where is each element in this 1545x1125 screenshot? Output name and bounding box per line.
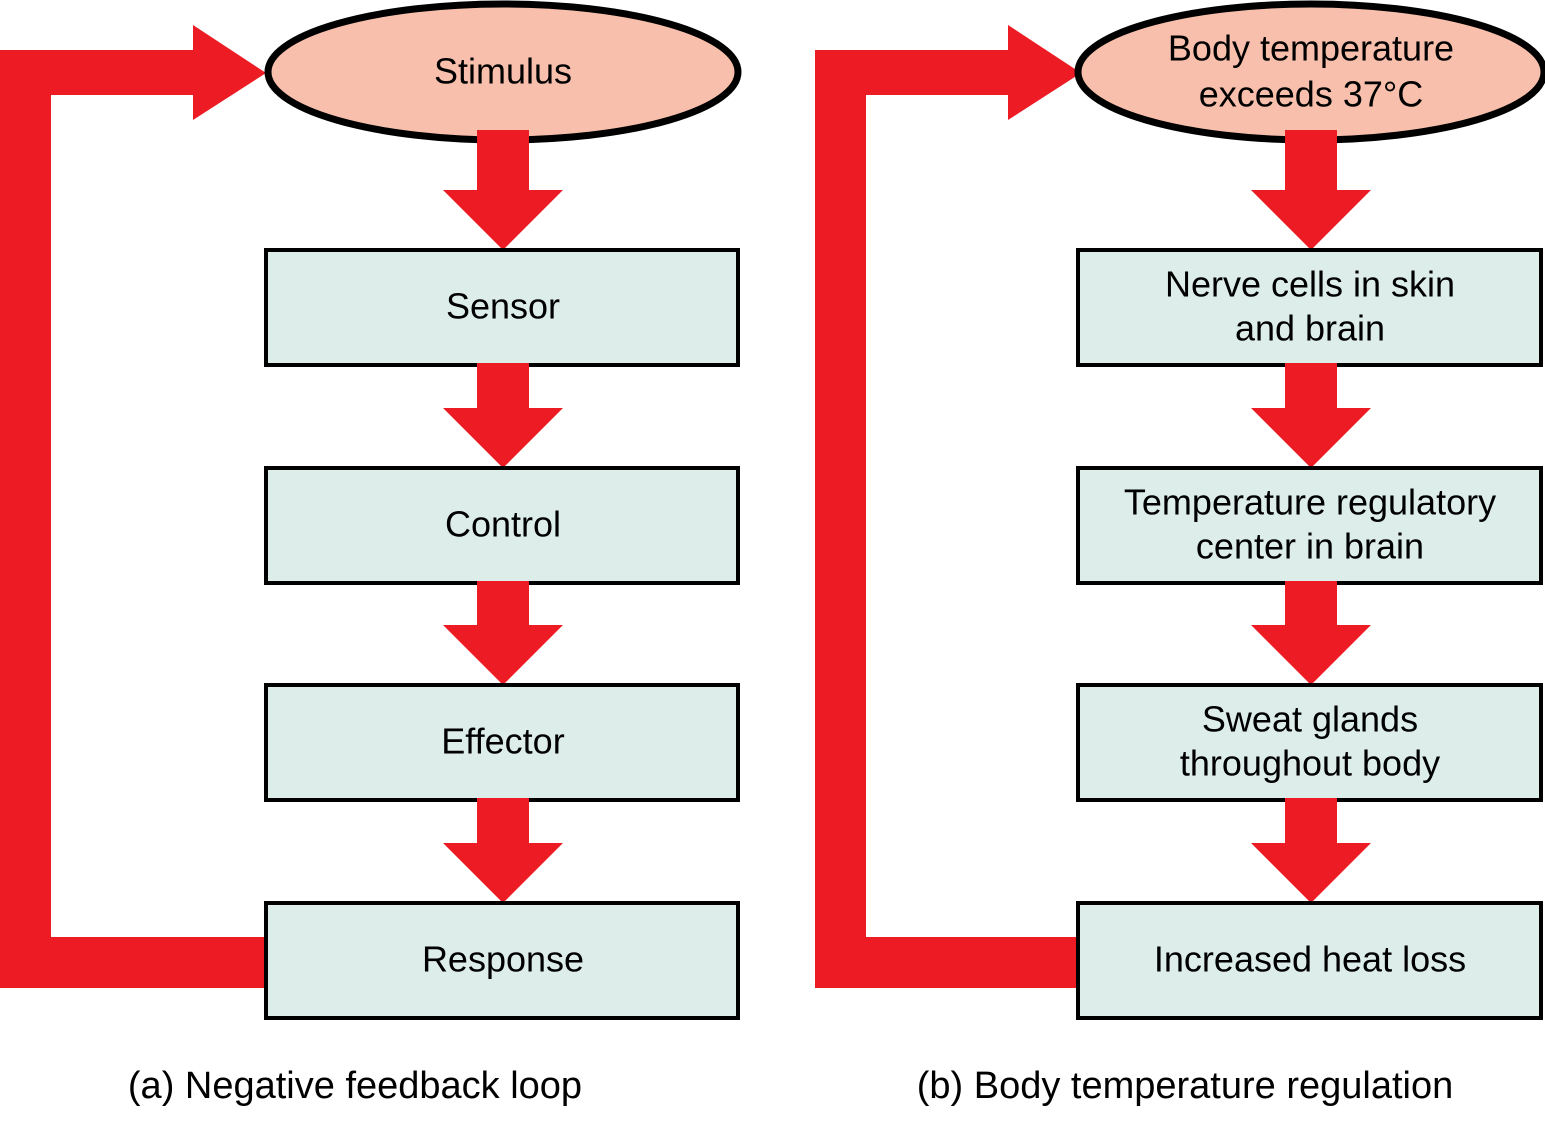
effector-label-b-line1: Sweat glands [1202,699,1418,740]
figure-root: Stimulus Sensor Control Effector Respons… [0,0,1545,1125]
sensor-label-a: Sensor [446,286,560,327]
control-label-b-line2: center in brain [1196,526,1424,567]
flow-diagram: Stimulus Sensor Control Effector Respons… [0,0,1545,1107]
arrow-effector-to-response-a [443,798,563,903]
response-label-b: Increased heat loss [1154,939,1466,980]
feedback-arrow-b-bottom-arm [815,937,1079,988]
response-label-a: Response [422,939,584,980]
feedback-arrow-b-head [1008,25,1081,120]
down-arrow-icon [1251,130,1371,250]
stimulus-label-b-line1: Body temperature [1168,28,1454,69]
stimulus-label-b-line2: exceeds 37°C [1199,74,1424,115]
arrow-sensor-to-control-b [1251,363,1371,468]
response-node-b[interactable]: Increased heat loss [1076,901,1543,1020]
control-label-a: Control [445,504,561,545]
stimulus-node-a[interactable]: Stimulus [264,0,742,144]
stimulus-label-a: Stimulus [434,51,572,92]
feedback-arrow-b [815,25,1081,988]
feedback-arrow-b-spine [815,50,866,988]
arrow-sensor-to-control-a [443,363,563,468]
panel-a: Stimulus Sensor Control Effector Respons… [0,0,742,1107]
feedback-arrow-a [0,25,266,988]
down-arrow-icon [1251,363,1371,468]
feedback-arrow-a-head [193,25,266,120]
arrow-control-to-effector-a [443,581,563,685]
sensor-label-b-line2: and brain [1235,308,1385,349]
effector-node-a[interactable]: Effector [264,683,740,802]
response-node-a[interactable]: Response [264,901,740,1020]
feedback-arrow-a-top-arm [0,50,193,95]
feedback-arrow-a-spine [0,50,51,988]
control-label-b-line1: Temperature regulatory [1124,482,1496,523]
effector-label-a: Effector [441,721,564,762]
arrow-stimulus-to-sensor-a [443,130,563,250]
down-arrow-icon [1251,798,1371,903]
down-arrow-icon [443,130,563,250]
down-arrow-icon [443,363,563,468]
sensor-node-a[interactable]: Sensor [264,248,740,367]
panel-b-caption: (b) Body temperature regulation [917,1065,1454,1107]
stimulus-node-b[interactable]: Body temperature exceeds 37°C [1074,0,1545,144]
effector-node-b[interactable]: Sweat glands throughout body [1076,683,1543,802]
feedback-arrow-b-top-arm [815,50,1008,95]
stimulus-ellipse-b [1074,0,1545,144]
sensor-label-b-line1: Nerve cells in skin [1165,264,1455,305]
panel-b: Body temperature exceeds 37°C Nerve cell… [815,0,1545,1107]
down-arrow-icon [443,581,563,685]
effector-label-b-line2: throughout body [1180,743,1440,784]
arrow-control-to-effector-b [1251,581,1371,685]
arrow-stimulus-to-sensor-b [1251,130,1371,250]
sensor-node-b[interactable]: Nerve cells in skin and brain [1076,248,1543,367]
control-node-b[interactable]: Temperature regulatory center in brain [1076,466,1543,585]
down-arrow-icon [443,798,563,903]
feedback-arrow-a-bottom-arm [0,937,266,988]
arrow-effector-to-response-b [1251,798,1371,903]
down-arrow-icon [1251,581,1371,685]
panel-a-caption: (a) Negative feedback loop [128,1065,582,1107]
control-node-a[interactable]: Control [264,466,740,585]
